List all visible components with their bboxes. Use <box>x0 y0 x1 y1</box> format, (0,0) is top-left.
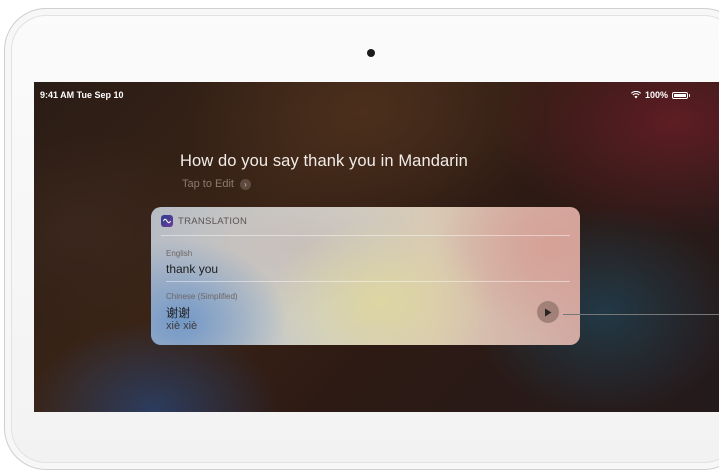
translation-card: TRANSLATION English thank you Chinese (S… <box>151 207 580 345</box>
battery-icon <box>672 91 690 99</box>
header-divider <box>161 235 570 236</box>
siri-app-icon <box>161 215 173 227</box>
section-divider <box>166 281 570 282</box>
pinyin-text: xiè xiè <box>166 320 198 332</box>
status-bar: 9:41 AM Tue Sep 10 100% <box>40 87 690 103</box>
siri-query-text: How do you say thank you in Mandarin <box>180 152 468 170</box>
card-title: TRANSLATION <box>178 215 248 227</box>
tap-to-edit-button[interactable]: Tap to Edit › <box>182 178 251 190</box>
callout-line <box>563 314 719 315</box>
front-camera <box>367 49 375 57</box>
battery-percent: 100% <box>644 90 668 100</box>
siri-waveform-icon <box>163 218 171 224</box>
source-language-label: English <box>166 249 193 258</box>
tap-to-edit-label: Tap to Edit <box>182 178 234 190</box>
target-text: 谢谢 <box>166 306 191 320</box>
play-pronunciation-button[interactable] <box>537 301 559 323</box>
siri-screen: 9:41 AM Tue Sep 10 100% How do you say t… <box>34 82 719 412</box>
status-time-date: 9:41 AM Tue Sep 10 <box>40 90 124 100</box>
play-icon <box>545 308 552 316</box>
wifi-icon <box>630 91 641 99</box>
source-text: thank you <box>166 262 219 276</box>
chevron-right-icon: › <box>239 178 251 190</box>
target-language-label: Chinese (Simplified) <box>166 292 238 301</box>
card-header: TRANSLATION <box>161 215 247 227</box>
status-right: 100% <box>630 90 690 100</box>
